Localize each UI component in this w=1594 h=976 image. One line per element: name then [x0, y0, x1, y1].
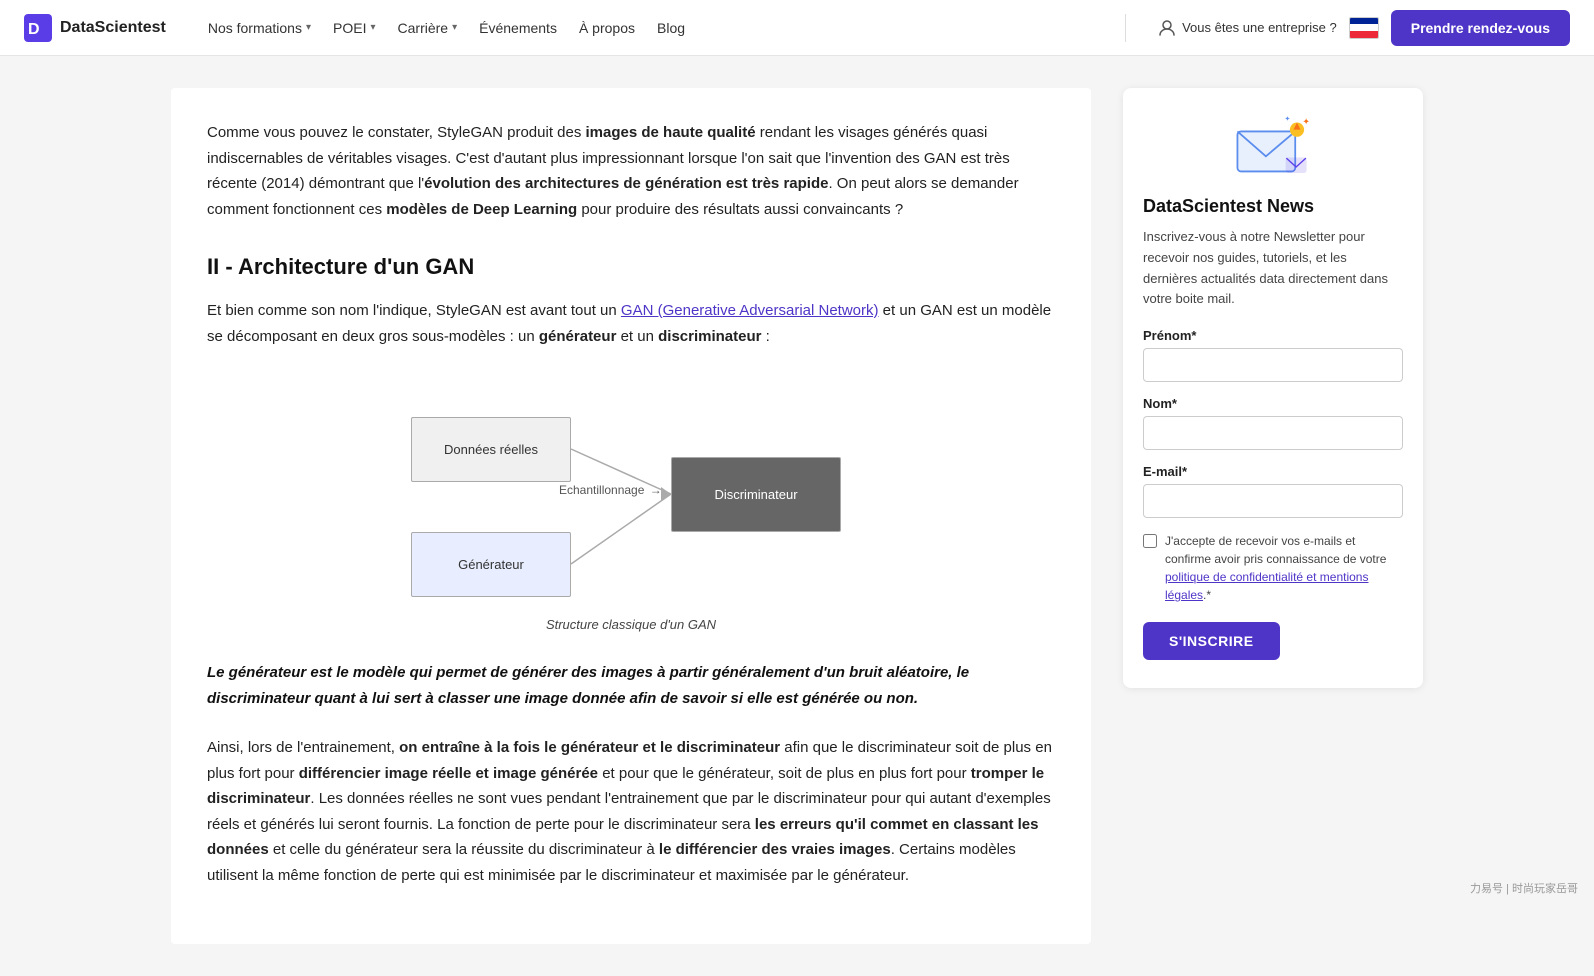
- enterprise-link[interactable]: Vous êtes une entreprise ?: [1158, 19, 1337, 37]
- main-content: Comme vous pouvez le constater, StyleGAN…: [171, 88, 1091, 944]
- gan-link[interactable]: GAN (Generative Adversarial Network): [621, 302, 879, 319]
- privacy-link[interactable]: politique de confidentialité et mentions…: [1165, 570, 1368, 602]
- newsletter-icon: ✦ ✦: [1233, 112, 1313, 182]
- svg-text:D: D: [28, 21, 40, 38]
- logo-icon: D: [24, 14, 52, 42]
- section-paragraph-1: Et bien comme son nom l'indique, StyleGA…: [207, 298, 1055, 349]
- watermark: 力易号 | 时尚玩家岳哥: [1470, 880, 1578, 896]
- france-flag[interactable]: [1349, 17, 1379, 39]
- nav-logo[interactable]: D DataScientest: [24, 14, 166, 42]
- diagram-box-generateur: Générateur: [411, 532, 571, 597]
- nom-field-group: Nom*: [1143, 396, 1403, 450]
- logo-text: DataScientest: [60, 19, 166, 37]
- user-icon: [1158, 19, 1176, 37]
- nav-item-blog[interactable]: Blog: [647, 14, 695, 42]
- chevron-down-icon: ▾: [370, 22, 375, 33]
- navbar: D DataScientest Nos formations ▾ POEI ▾ …: [0, 0, 1594, 56]
- nav-item-evenements[interactable]: Événements: [469, 14, 567, 42]
- diagram-box-donnees: Données réelles: [411, 417, 571, 482]
- svg-text:✦: ✦: [1302, 116, 1310, 126]
- nav-item-formations[interactable]: Nos formations ▾: [198, 14, 321, 42]
- newsletter-description: Inscrivez-vous à notre Newsletter pour r…: [1143, 227, 1403, 310]
- nav-item-poei[interactable]: POEI ▾: [323, 14, 386, 42]
- gan-diagram: Données réelles Générateur Discriminateu…: [381, 377, 881, 607]
- nav-divider: [1125, 14, 1126, 42]
- consent-checkbox-row: J'accepte de recevoir vos e-mails et con…: [1143, 532, 1403, 604]
- cta-button[interactable]: Prendre rendez-vous: [1391, 10, 1570, 46]
- chevron-down-icon: ▾: [452, 22, 457, 33]
- subscribe-button[interactable]: S'INSCRIRE: [1143, 622, 1280, 660]
- nav-right: Vous êtes une entreprise ? Prendre rende…: [1158, 10, 1570, 46]
- email-input[interactable]: [1143, 484, 1403, 518]
- gan-diagram-wrapper: Données réelles Générateur Discriminateu…: [207, 377, 1055, 632]
- prenom-input[interactable]: [1143, 348, 1403, 382]
- svg-text:✦: ✦: [1285, 115, 1291, 123]
- email-label: E-mail*: [1143, 464, 1403, 479]
- newsletter-icon-area: ✦ ✦: [1143, 112, 1403, 182]
- email-field-group: E-mail*: [1143, 464, 1403, 518]
- paragraph-2: Ainsi, lors de l'entrainement, on entraî…: [207, 735, 1055, 888]
- diagram-box-discriminateur: Discriminateur: [671, 457, 841, 532]
- diagram-arrow-label: Echantillonnage →: [559, 483, 662, 497]
- intro-paragraph: Comme vous pouvez le constater, StyleGAN…: [207, 120, 1055, 222]
- nav-item-carriere[interactable]: Carrière ▾: [388, 14, 468, 42]
- consent-label: J'accepte de recevoir vos e-mails et con…: [1165, 532, 1403, 604]
- section-title: II - Architecture d'un GAN: [207, 254, 1055, 280]
- newsletter-card: ✦ ✦ DataScientest News Inscrivez-vous à …: [1123, 88, 1423, 688]
- prenom-label: Prénom*: [1143, 328, 1403, 343]
- consent-checkbox[interactable]: [1143, 534, 1157, 548]
- sidebar: ✦ ✦ DataScientest News Inscrivez-vous à …: [1123, 88, 1423, 688]
- nom-input[interactable]: [1143, 416, 1403, 450]
- chevron-down-icon: ▾: [306, 22, 311, 33]
- prenom-field-group: Prénom*: [1143, 328, 1403, 382]
- article-blockquote: Le générateur est le modèle qui permet d…: [207, 660, 1055, 711]
- nom-label: Nom*: [1143, 396, 1403, 411]
- diagram-caption: Structure classique d'un GAN: [546, 617, 716, 632]
- nav-item-apropos[interactable]: À propos: [569, 14, 645, 42]
- nav-links: Nos formations ▾ POEI ▾ Carrière ▾ Événe…: [198, 14, 1093, 42]
- newsletter-title: DataScientest News: [1143, 196, 1403, 217]
